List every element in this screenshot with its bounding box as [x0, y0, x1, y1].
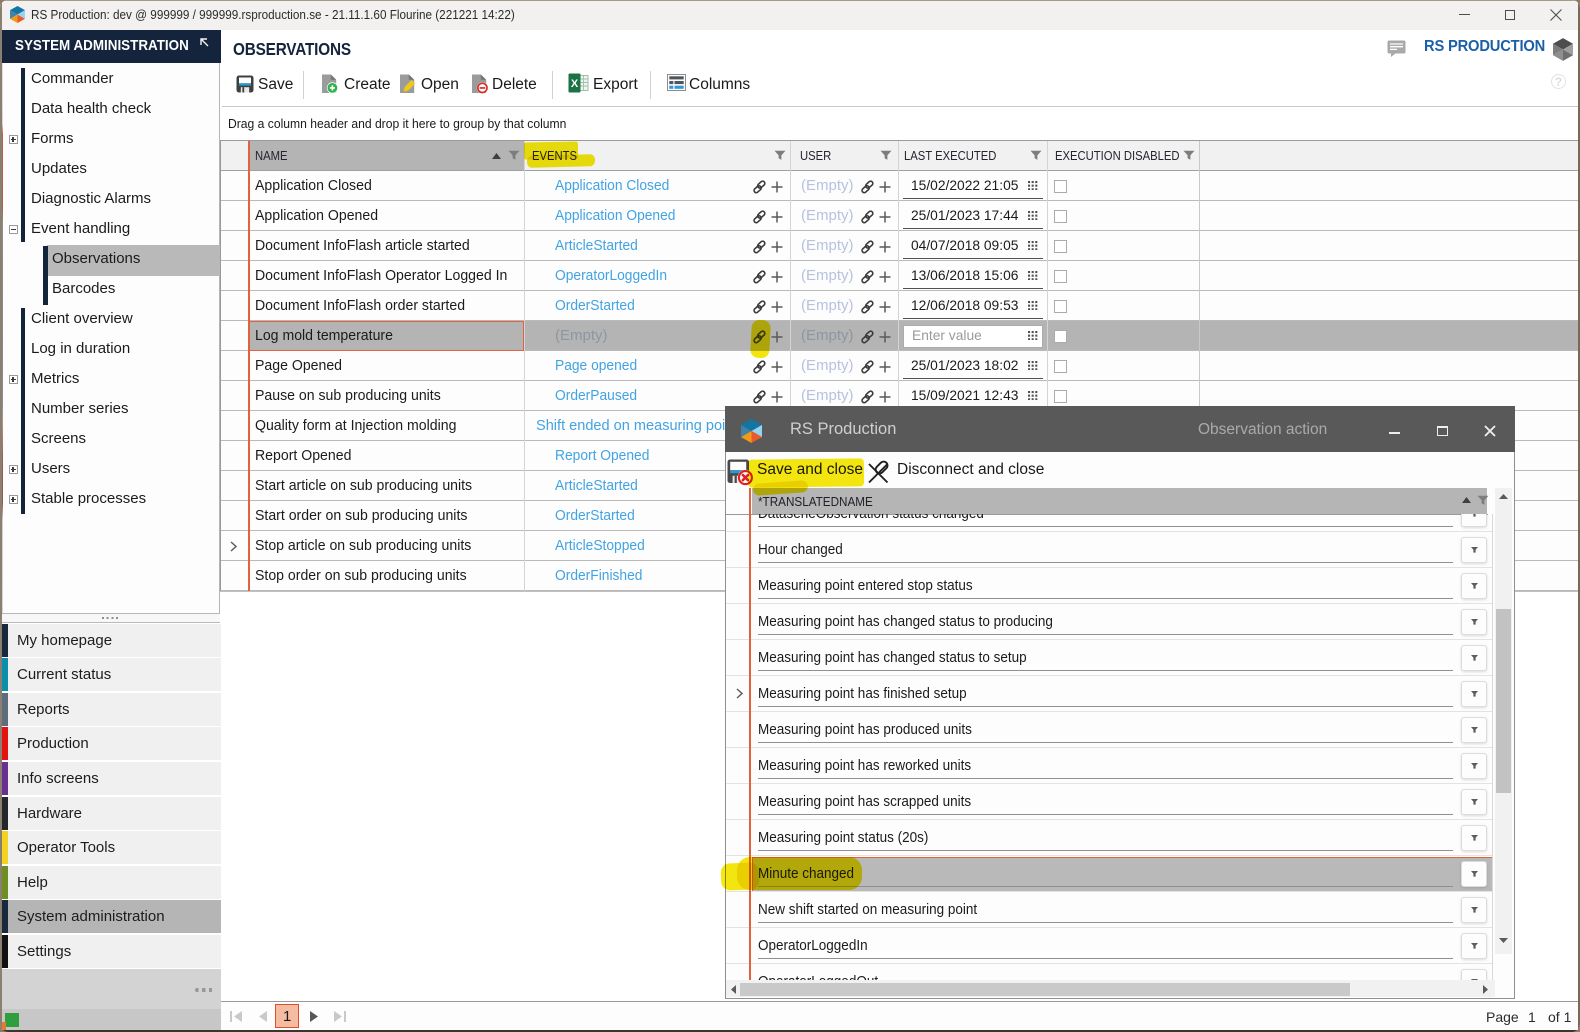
svg-text:X: X: [571, 78, 579, 90]
